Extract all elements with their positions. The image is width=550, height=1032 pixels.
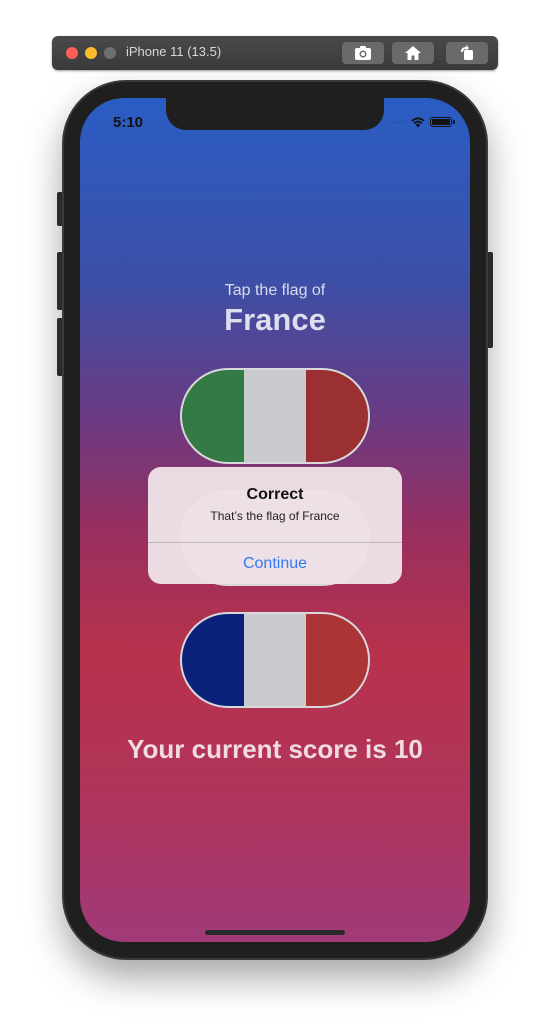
prompt-label: Tap the flag of — [224, 282, 326, 299]
rotate-button[interactable] — [446, 42, 488, 64]
home-icon — [405, 46, 421, 60]
alert-message: That’s the flag of France — [210, 509, 340, 523]
continue-button[interactable]: Continue — [148, 543, 402, 584]
flag-stripe — [306, 370, 368, 462]
home-button[interactable] — [392, 42, 434, 64]
alert-dialog: Correct That’s the flag of France Contin… — [148, 467, 402, 584]
rotate-icon — [461, 45, 473, 60]
status-icons: ···· — [391, 116, 455, 128]
flag-stripe — [244, 614, 306, 706]
screenshot-button[interactable] — [342, 42, 384, 64]
flag-stripe — [306, 614, 368, 706]
alert-title: Correct — [246, 486, 304, 503]
score-label: Your current score is 10 — [127, 734, 423, 764]
zoom-window-button[interactable] — [104, 47, 116, 59]
flag-button-3[interactable] — [180, 612, 370, 708]
flag-stripe — [182, 370, 244, 462]
minimize-window-button[interactable] — [85, 47, 97, 59]
flag-stripe — [244, 370, 306, 462]
flag-stripe — [182, 614, 244, 706]
close-window-button[interactable] — [66, 47, 78, 59]
status-time: 5:10 — [113, 114, 144, 131]
home-indicator[interactable] — [205, 930, 345, 935]
screenshot-icon — [355, 46, 371, 60]
wifi-icon — [410, 116, 426, 128]
flag-button-1[interactable] — [180, 368, 370, 464]
signal-icon: ···· — [391, 117, 406, 127]
simulator-title: iPhone 11 (13.5) — [126, 44, 222, 59]
simulator-title-bar: iPhone 11 (13.5) — [52, 36, 498, 70]
country-name: France — [224, 302, 326, 337]
battery-icon — [430, 117, 455, 127]
phone-screen: 5:10 ···· Tap the flag of France Your cu… — [80, 98, 470, 942]
notch — [166, 98, 384, 130]
